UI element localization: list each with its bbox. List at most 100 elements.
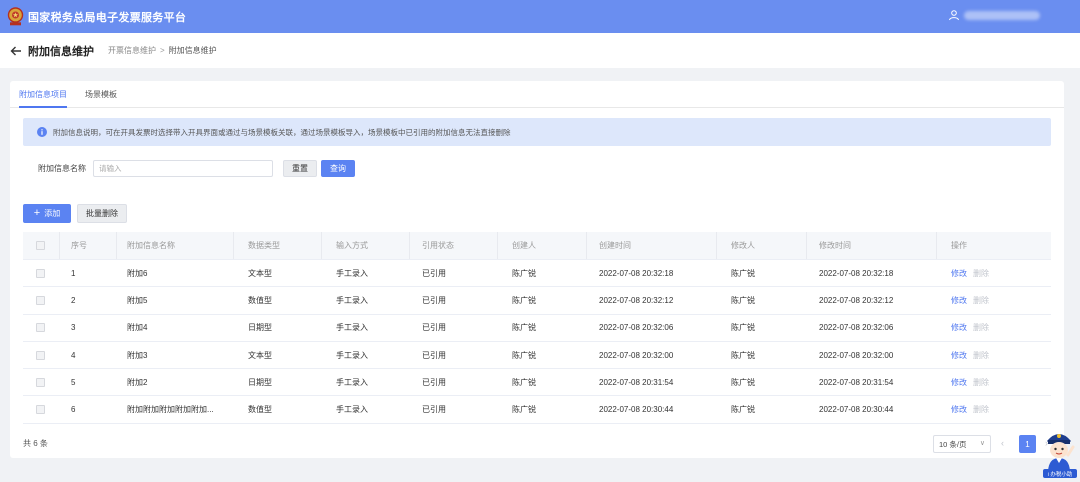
cell-type: 日期型 (248, 323, 272, 333)
row-checkbox[interactable] (36, 405, 45, 415)
info-icon (37, 127, 47, 137)
cell-name: 附加2 (127, 377, 148, 387)
select-all-checkbox[interactable] (36, 241, 45, 250)
row-select-cell (23, 287, 60, 313)
row-checkbox[interactable] (36, 350, 45, 360)
cell-creator: 陈广锐 (512, 405, 536, 415)
cell-creator: 陈广锐 (512, 268, 536, 278)
assistant-avatar-icon (1047, 434, 1075, 471)
reset-button[interactable]: 重置 (283, 160, 317, 177)
cell-modify-time: 2022-07-08 20:32:00 (819, 350, 894, 360)
cell-modifier: 陈广锐 (731, 377, 755, 387)
cell-seq: 5 (71, 377, 76, 387)
breadcrumb-item-current: 附加信息维护 (168, 46, 217, 55)
cell-modifier: 陈广锐 (731, 268, 755, 278)
cell-seq: 2 (71, 295, 76, 305)
user-menu[interactable] (948, 9, 1040, 21)
tax-assistant-widget[interactable]: i 办税小助 (1039, 425, 1079, 480)
cell-creator: 陈广锐 (512, 323, 536, 333)
cell-type: 文本型 (248, 350, 272, 360)
total-count: 共 6 条 (23, 439, 48, 448)
query-button[interactable]: 查询 (321, 160, 355, 177)
prev-page-icon[interactable]: ‹ (1001, 438, 1004, 448)
cell-creator: 陈广锐 (512, 350, 536, 360)
edit-link[interactable]: 修改 (951, 268, 967, 279)
row-select-cell (23, 396, 60, 422)
cell-modifier: 陈广锐 (731, 323, 755, 333)
breadcrumb-item-invoice-info[interactable]: 开票信息维护 (108, 45, 156, 56)
delete-link-disabled: 删除 (973, 377, 989, 387)
row-checkbox[interactable] (36, 377, 45, 387)
back-arrow-icon[interactable] (10, 45, 22, 57)
header-name: 附加信息名称 (117, 232, 234, 259)
cell-create-time: 2022-07-08 20:32:00 (599, 350, 674, 360)
header-type: 数据类型 (234, 232, 322, 259)
search-input[interactable] (93, 160, 273, 177)
cell-ref-status: 已引用 (422, 405, 446, 415)
cell-modifier: 陈广锐 (731, 405, 755, 415)
cell-ref-status: 已引用 (422, 350, 446, 360)
table-footer: 共 6 条 10 条/页 ∨ ‹ 1 › (23, 435, 1051, 455)
cell-operations: 修改 删除 (937, 342, 1051, 368)
page-size-select[interactable]: 10 条/页 ∨ (933, 435, 991, 453)
cell-seq: 4 (71, 350, 76, 360)
cell-type: 日期型 (248, 377, 272, 387)
cell-modify-time: 2022-07-08 20:32:12 (819, 295, 894, 305)
cell-creator: 陈广锐 (512, 295, 536, 305)
cell-create-time: 2022-07-08 20:30:44 (599, 405, 674, 415)
row-select-cell (23, 342, 60, 368)
cell-name: 附加5 (127, 295, 148, 305)
notice-text: 附加信息说明，可在开具发票时选择带入开具界面或通过与场景模板关联，通过场景模板导… (53, 127, 511, 137)
row-checkbox[interactable] (36, 268, 45, 278)
delete-link-disabled: 删除 (973, 405, 989, 415)
page-number-current[interactable]: 1 (1019, 435, 1036, 453)
cell-ref-status: 已引用 (422, 377, 446, 387)
search-form: 附加信息名称 重置 查询 (38, 160, 355, 177)
delete-link-disabled: 删除 (973, 295, 989, 305)
table-row: 5 附加2 日期型 手工录入 已引用 陈广锐 2022-07-08 20:31:… (23, 369, 1051, 397)
platform-title: 国家税务总局电子发票服务平台 (28, 11, 187, 24)
tab-scene-templates[interactable]: 场景模板 (76, 81, 126, 107)
row-select-cell (23, 369, 60, 395)
cell-create-time: 2022-07-08 20:32:06 (599, 323, 674, 333)
cell-name: 附加3 (127, 350, 148, 360)
row-checkbox[interactable] (36, 295, 45, 305)
table-header-row: 序号 附加信息名称 数据类型 输入方式 引用状态 创建人 创建时间 修改人 修改… (23, 232, 1051, 260)
action-toolbar: + 添加 批量删除 (23, 204, 127, 223)
assistant-label: i 办税小助 (1043, 469, 1077, 478)
cell-operations: 修改 删除 (937, 287, 1051, 313)
tab-additional-info-items[interactable]: 附加信息项目 (10, 81, 76, 108)
edit-link[interactable]: 修改 (951, 350, 967, 361)
search-label: 附加信息名称 (38, 164, 86, 173)
cell-create-time: 2022-07-08 20:31:54 (599, 377, 674, 387)
cell-create-time: 2022-07-08 20:32:18 (599, 268, 674, 278)
add-button[interactable]: + 添加 (23, 204, 71, 223)
edit-link[interactable]: 修改 (951, 322, 967, 333)
cell-name: 附加附加附加附加附加... (127, 405, 214, 415)
additional-info-table: 序号 附加信息名称 数据类型 输入方式 引用状态 创建人 创建时间 修改人 修改… (23, 232, 1051, 424)
cell-ref-status: 已引用 (422, 295, 446, 305)
batch-delete-button[interactable]: 批量删除 (77, 204, 127, 223)
delete-link-disabled: 删除 (973, 323, 989, 333)
edit-link[interactable]: 修改 (951, 377, 967, 388)
row-checkbox[interactable] (36, 323, 45, 333)
delete-link-disabled: 删除 (973, 350, 989, 360)
cell-modify-time: 2022-07-08 20:32:06 (819, 323, 894, 333)
header-seq: 序号 (60, 232, 117, 259)
add-button-label: 添加 (44, 209, 61, 218)
table-row: 4 附加3 文本型 手工录入 已引用 陈广锐 2022-07-08 20:32:… (23, 342, 1051, 370)
content-card: 附加信息项目 场景模板 附加信息说明，可在开具发票时选择带入开具界面或通过与场景… (10, 81, 1064, 458)
cell-operations: 修改 删除 (937, 369, 1051, 395)
edit-link[interactable]: 修改 (951, 295, 967, 306)
cell-operations: 修改 删除 (937, 315, 1051, 341)
page-title: 附加信息维护 (28, 45, 94, 58)
row-select-cell (23, 260, 60, 286)
cell-input-method: 手工录入 (336, 405, 368, 415)
header-operations: 操作 (951, 241, 967, 250)
row-select-cell (23, 315, 60, 341)
cell-input-method: 手工录入 (336, 350, 368, 360)
edit-link[interactable]: 修改 (951, 404, 967, 415)
tax-emblem-logo (7, 7, 24, 26)
tab-bar: 附加信息项目 场景模板 (10, 81, 1064, 108)
cell-ref-status: 已引用 (422, 323, 446, 333)
